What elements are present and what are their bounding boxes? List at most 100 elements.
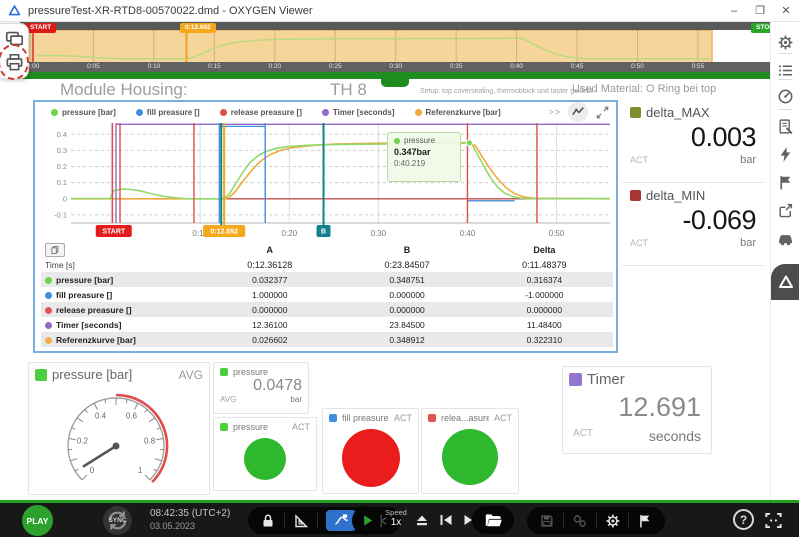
legend-item[interactable]: release preasure [] [220,108,302,117]
sync-button[interactable]: SYNC [103,506,132,535]
delta-value: 0.003 [630,122,756,153]
legend-color-dot [51,109,58,116]
pressure-indicator-widget: pressure ACT [213,417,317,491]
overview-time-cursor-label[interactable]: 0:12.692 [180,23,216,33]
sidebar-share-icon[interactable] [777,202,794,219]
table-col-header: B [338,242,475,257]
chart-plot-area[interactable]: 0.40.30.20.10-0.10:100:200:300:400:50STA… [35,120,616,242]
used-material-note: Used Material: O Ring bei top [572,83,716,95]
sidebar-flag-icon[interactable] [777,174,794,191]
skip-to-start-icon[interactable] [438,512,454,528]
channel-label: Referenzkurve [bar] [41,332,201,347]
svg-text:B: B [321,229,326,236]
legend-color-dot [136,109,143,116]
table-cell-value: 0.348751 [338,272,475,287]
more-options-button[interactable]: >> [548,107,561,117]
svg-text:0.2: 0.2 [77,437,89,446]
legend-item[interactable]: fill preasure [] [136,108,200,117]
tooltip-value: 0.347bar [394,147,454,157]
sidebar-dial-icon[interactable] [777,88,794,105]
channel-label: release preasure [] [41,302,201,317]
play-icon [360,513,375,528]
copy-table-button[interactable] [45,243,65,257]
legend-label: Referenzkurve [bar] [426,108,501,117]
help-glyph: ? [740,513,747,527]
copy-icon [50,245,60,255]
legend-color-dot [415,109,422,116]
overview-waveform[interactable] [20,22,770,62]
channel-label: fill preasure [] [41,287,201,302]
playback-play-button[interactable] [352,506,381,535]
legend-item[interactable]: Timer [seconds] [322,108,395,117]
zigzag-line-icon [571,105,585,119]
overview-range-bar[interactable] [20,72,770,79]
window-title: pressureTest-XR-RTD8-00570022.dmd - OXYG… [28,5,721,17]
recording-overview[interactable]: START 0:12.692 STOP 0:000:050:100:150:20… [20,22,770,80]
help-button[interactable]: ? [733,509,754,530]
svg-text:0:30: 0:30 [371,229,387,238]
chart-tooltip: pressure 0.347bar 0:40.219 [387,132,461,182]
table-time-value: 0:12.36128 [201,257,338,272]
clock: 08:42:35 (UTC+2) 03.05.2023 [150,508,230,531]
svg-text:0.6: 0.6 [126,412,138,421]
sidebar-report-icon[interactable] [777,118,794,135]
minimize-button[interactable]: – [721,1,747,21]
sidebar-bolt-icon[interactable] [777,146,794,163]
tooltip-series-name: pressure [404,136,435,145]
legend-color-dot [322,109,329,116]
tooltip-time: 0:40.219 [394,159,454,168]
overview-tick-label: 0:15 [201,63,227,70]
table-cell-value: 1.000000 [201,287,338,302]
timer-widget: Timer 12.691 ACT seconds [562,366,712,454]
table-row: Timer [seconds]12.3610023.8450011.48400 [41,317,613,332]
series-color-swatch [220,368,228,376]
legend-item[interactable]: Referenzkurve [bar] [415,108,501,117]
table-time-label: Time [s] [41,257,201,272]
print-button[interactable] [5,53,24,72]
triangle-logo-icon [778,274,794,290]
channel-color-dot [45,337,52,344]
chart-toolbar: >> [548,103,610,121]
close-button[interactable]: ✕ [773,1,799,21]
speed-control[interactable]: Speed 1x [384,508,408,528]
delta-mode-badge: ACT [630,155,648,165]
save-icon[interactable] [539,513,555,529]
left-toolbar-flyout [0,23,29,79]
setsquare-icon[interactable] [293,513,309,529]
svg-text:0.3: 0.3 [57,146,67,155]
settings-gear-icon[interactable] [605,513,621,529]
pressure-digital-widget: pressure 0.0478 AVG bar [213,362,309,414]
play-mode-button[interactable]: PLAY [22,505,53,536]
sidebar-gear-icon[interactable] [777,34,794,51]
expand-chart-icon[interactable] [595,105,610,120]
series-color-swatch [329,414,337,422]
gears-icon[interactable] [572,513,588,529]
brand-triangle-badge[interactable] [771,264,799,300]
timer-mode-badge: ACT [573,428,593,444]
lock-icon[interactable] [260,513,276,529]
series-color-swatch [630,107,641,118]
sidebar-car-icon[interactable] [777,230,794,247]
indicator-lamp [342,429,400,487]
legend-item[interactable]: pressure [bar] [51,108,116,117]
folder-icon [484,511,503,530]
digital-title: pressure [233,367,302,377]
maximize-button[interactable]: ❐ [747,1,773,21]
screens-button[interactable] [5,29,24,48]
sidebar-list-icon[interactable] [777,62,794,79]
delta-unit: bar [740,154,756,166]
table-cell-value: 0.000000 [338,287,475,302]
open-file-button[interactable] [472,506,514,534]
curve-mode-button[interactable] [568,102,588,122]
digital-mode-badge: AVG [220,395,236,404]
overview-expand-tab[interactable] [381,79,409,87]
cursor-table: ABDeltaTime [s]0:12.361280:23.845070:11.… [41,242,613,347]
sidebar-divider [778,53,793,54]
table-cell-value: 11.48400 [476,317,613,332]
delta-value: -0.069 [630,205,756,236]
indicator-title: fill preasure [342,413,389,423]
marker-flag-icon[interactable] [637,513,653,529]
display-mode-icon[interactable] [764,511,783,530]
indicator-lamp [442,429,498,485]
eject-icon[interactable] [414,512,430,528]
